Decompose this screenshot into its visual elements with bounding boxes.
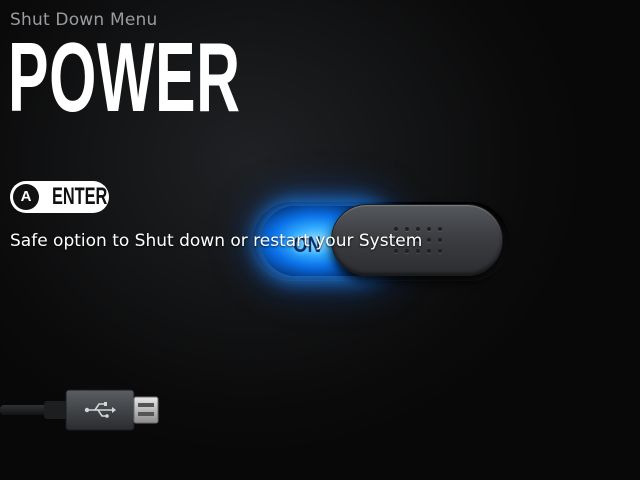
a-button-icon: A [13,184,39,210]
usb-cable-icon [0,389,159,431]
enter-button[interactable]: A ENTER [10,181,109,213]
page-title: POWER [8,22,241,132]
description-text: Safe option to Shut down or restart your… [10,231,423,251]
enter-label: ENTER [52,183,108,210]
